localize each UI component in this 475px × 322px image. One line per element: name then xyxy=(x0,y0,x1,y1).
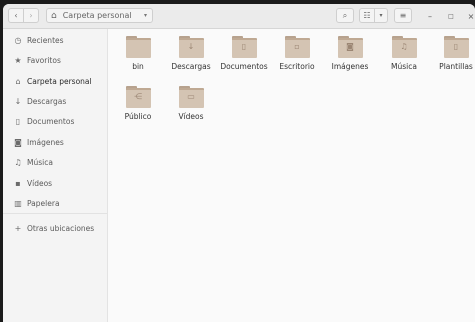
sidebar-item-carpeta-personal[interactable]: ⌂ Carpeta personal xyxy=(3,72,107,90)
file-label: Imágenes xyxy=(331,62,369,71)
music-icon: ♫ xyxy=(14,157,22,167)
forward-arrow-icon: › xyxy=(29,11,33,20)
folder-music-icon: ♫ xyxy=(391,36,417,58)
sidebar-item-label: Papelera xyxy=(27,198,60,208)
view-mode-button[interactable]: ☷ xyxy=(359,8,375,23)
hamburger-menu-icon: ≡ xyxy=(399,11,407,20)
maximize-button[interactable]: □ xyxy=(445,10,457,22)
sidebar-item-label: Imágenes xyxy=(27,137,64,147)
folder-documents-icon: ▯ xyxy=(231,36,257,58)
file-label: Público xyxy=(124,112,152,121)
file-item-musica[interactable]: ♫ Música xyxy=(377,36,431,71)
sidebar-item-documentos[interactable]: ▯ Documentos xyxy=(3,112,107,130)
folder-icon xyxy=(125,36,151,58)
sidebar-item-otras-ubicaciones[interactable]: + Otras ubicaciones xyxy=(3,219,107,237)
search-button[interactable]: ⌕ xyxy=(336,8,354,23)
close-icon: × xyxy=(467,11,475,21)
download-icon: ↓ xyxy=(14,96,22,106)
star-icon: ★ xyxy=(14,55,22,65)
file-manager-window: ‹ › ⌂ Carpeta personal ▾ ⌕ ☷ ▾ ≡ – □ × ◷… xyxy=(3,4,475,322)
sidebar-item-descargas[interactable]: ↓ Descargas xyxy=(3,92,107,110)
file-label: Escritorio xyxy=(279,62,315,71)
file-item-escritorio[interactable]: ▫ Escritorio xyxy=(270,36,324,71)
sidebar-item-label: Descargas xyxy=(27,96,67,106)
chevron-down-icon: ▾ xyxy=(143,12,147,19)
sidebar-item-favoritos[interactable]: ★ Favoritos xyxy=(3,51,107,69)
sidebar-item-papelera[interactable]: ▥ Papelera xyxy=(3,194,107,212)
document-icon: ▯ xyxy=(15,116,21,126)
home-icon: ⌂ xyxy=(15,76,21,86)
sidebar-item-musica[interactable]: ♫ Música xyxy=(3,153,107,171)
file-item-documentos[interactable]: ▯ Documentos xyxy=(217,36,271,71)
forward-button[interactable]: › xyxy=(23,8,39,23)
video-icon: ▪ xyxy=(15,178,21,188)
folder-templates-icon: ▯ xyxy=(443,36,469,58)
file-item-imagenes[interactable]: ◙ Imágenes xyxy=(323,36,377,71)
folder-public-icon: ⋲ xyxy=(125,86,151,108)
sidebar-divider xyxy=(3,213,107,214)
path-bar-button[interactable]: ⌂ Carpeta personal ▾ xyxy=(46,8,153,23)
file-label: Plantillas xyxy=(439,62,473,71)
minimize-button[interactable]: – xyxy=(424,10,436,22)
sidebar-item-label: Otras ubicaciones xyxy=(27,223,95,233)
sidebar: ◷ Recientes ★ Favoritos ⌂ Carpeta person… xyxy=(3,29,108,322)
file-item-plantillas[interactable]: ▯ Plantillas xyxy=(429,36,475,71)
file-label: Documentos xyxy=(220,62,268,71)
trash-icon: ▥ xyxy=(14,198,22,208)
close-button[interactable]: × xyxy=(465,10,475,22)
file-item-bin[interactable]: bin xyxy=(111,36,165,71)
sidebar-item-label: Carpeta personal xyxy=(27,76,92,86)
sidebar-item-label: Música xyxy=(27,157,53,167)
minimize-icon: – xyxy=(428,11,432,21)
sidebar-item-label: Recientes xyxy=(27,35,64,45)
folder-pictures-icon: ◙ xyxy=(337,36,363,58)
list-view-icon: ☷ xyxy=(363,11,371,20)
file-item-videos[interactable]: ▭ Vídeos xyxy=(164,86,218,121)
back-arrow-icon: ‹ xyxy=(14,11,18,20)
file-item-publico[interactable]: ⋲ Público xyxy=(111,86,165,121)
sidebar-item-imagenes[interactable]: ◙ Imágenes xyxy=(3,133,107,151)
file-view: bin ↓ Descargas ▯ Documentos ▫ Escritori… xyxy=(108,29,475,322)
view-options-button[interactable]: ▾ xyxy=(374,8,388,23)
file-item-descargas[interactable]: ↓ Descargas xyxy=(164,36,218,71)
file-label: Música xyxy=(391,62,417,71)
home-icon: ⌂ xyxy=(51,10,57,21)
sidebar-item-recientes[interactable]: ◷ Recientes xyxy=(3,31,107,49)
back-button[interactable]: ‹ xyxy=(8,8,24,23)
path-label: Carpeta personal xyxy=(62,11,132,20)
menu-button[interactable]: ≡ xyxy=(394,8,412,23)
header-bar: ‹ › ⌂ Carpeta personal ▾ ⌕ ☷ ▾ ≡ – □ × xyxy=(3,4,475,29)
folder-download-icon: ↓ xyxy=(178,36,204,58)
folder-desktop-icon: ▫ xyxy=(284,36,310,58)
folder-videos-icon: ▭ xyxy=(178,86,204,108)
plus-icon: + xyxy=(14,223,22,233)
sidebar-item-videos[interactable]: ▪ Vídeos xyxy=(3,174,107,192)
maximize-icon: □ xyxy=(448,12,454,20)
file-label: Vídeos xyxy=(178,112,204,121)
sidebar-item-label: Vídeos xyxy=(27,178,53,188)
chevron-down-icon: ▾ xyxy=(379,12,383,19)
clock-icon: ◷ xyxy=(14,35,22,45)
file-label: Descargas xyxy=(171,62,211,71)
sidebar-item-label: Documentos xyxy=(27,116,75,126)
camera-icon: ◙ xyxy=(14,137,22,147)
file-label: bin xyxy=(132,62,144,71)
search-icon: ⌕ xyxy=(342,10,348,20)
sidebar-item-label: Favoritos xyxy=(27,55,61,65)
